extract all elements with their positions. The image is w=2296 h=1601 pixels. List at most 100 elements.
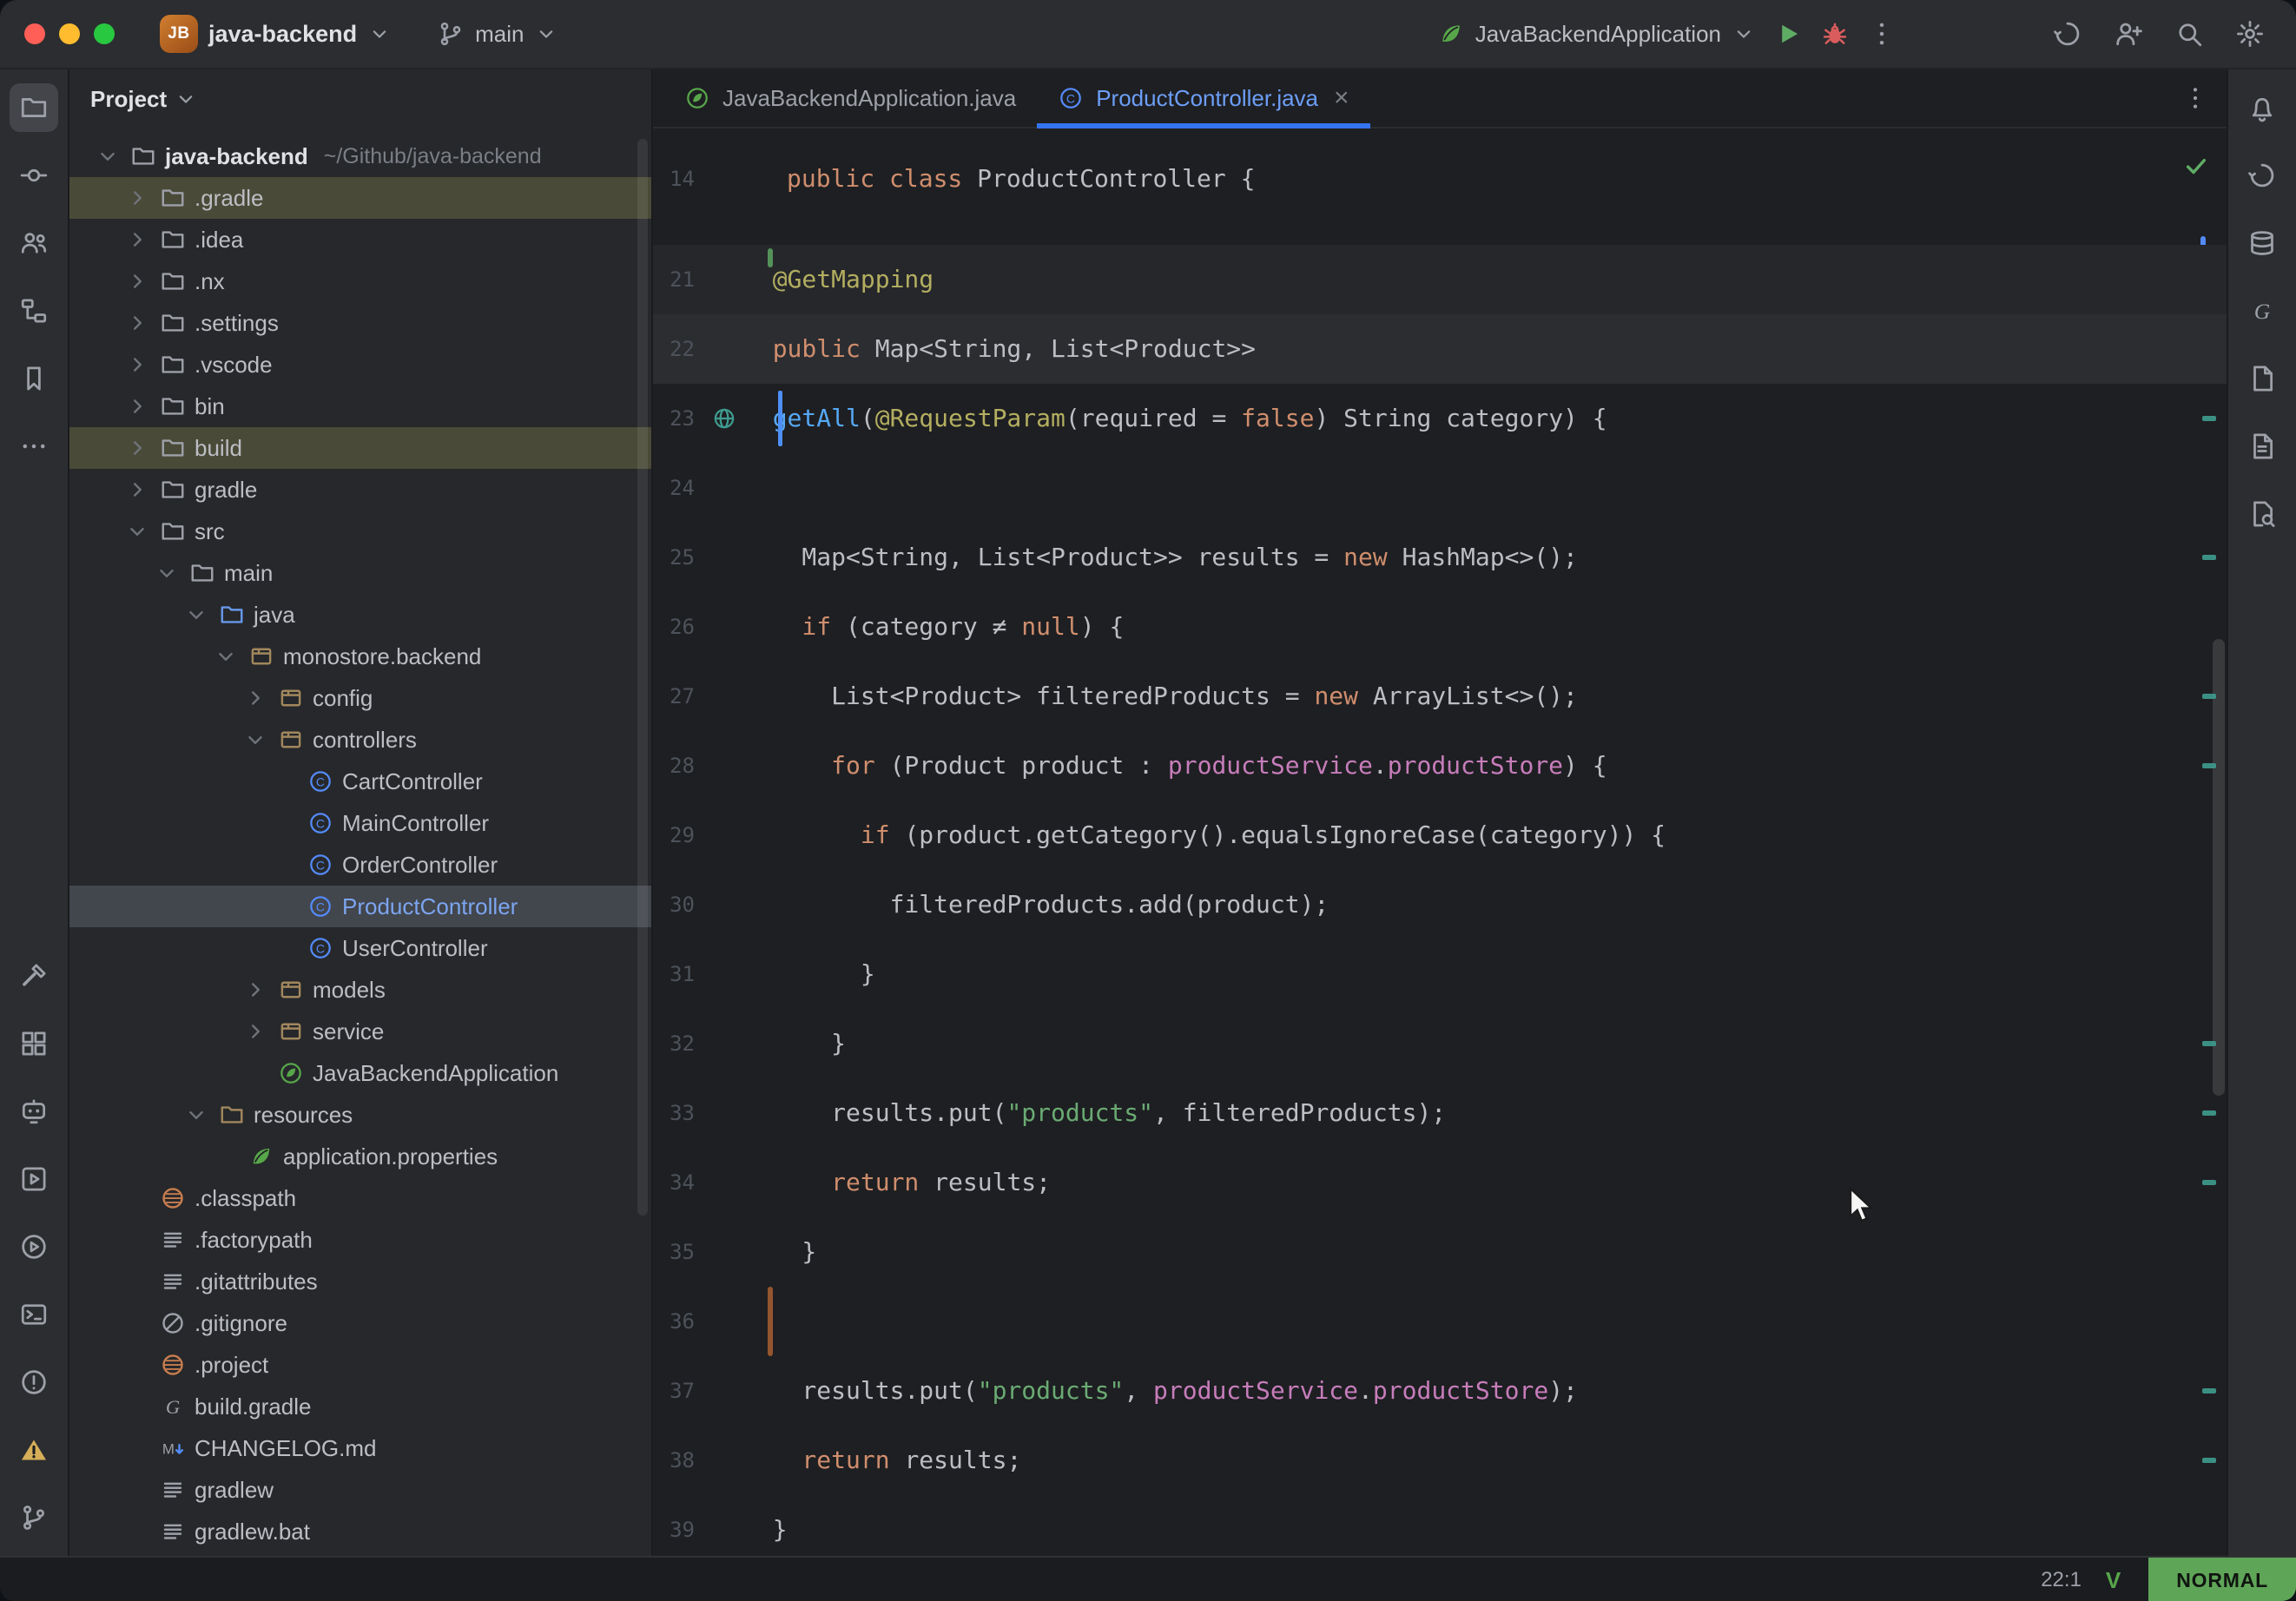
line-number[interactable]: 27 xyxy=(653,684,695,708)
chevron-right-icon[interactable] xyxy=(123,352,151,378)
tree-item[interactable]: .settings xyxy=(69,302,651,344)
chevron-right-icon[interactable] xyxy=(123,310,151,336)
fold-gap[interactable] xyxy=(653,214,2227,245)
chevron-down-icon[interactable] xyxy=(212,643,240,669)
tree-item[interactable]: .idea xyxy=(69,219,651,260)
code-line[interactable]: 35} xyxy=(653,1217,2227,1287)
tree-item[interactable]: java xyxy=(69,594,651,636)
more-actions-icon[interactable] xyxy=(1867,19,1897,49)
commit-button[interactable] xyxy=(10,151,58,200)
tree-item[interactable]: application.properties xyxy=(69,1136,651,1177)
services-button[interactable] xyxy=(10,1155,58,1203)
tree-item[interactable]: .vscode xyxy=(69,344,651,385)
run-tool-button[interactable] xyxy=(10,1222,58,1271)
ai-chat-button[interactable] xyxy=(10,1087,58,1136)
chevron-right-icon[interactable] xyxy=(123,393,151,419)
tree-item[interactable]: models xyxy=(69,969,651,1011)
line-number[interactable]: 22 xyxy=(653,337,695,361)
tree-item[interactable]: .project xyxy=(69,1344,651,1386)
line-number[interactable]: 31 xyxy=(653,962,695,986)
gradle-button[interactable]: G xyxy=(2238,287,2286,335)
branch-widget[interactable]: main xyxy=(437,20,558,48)
tree-item[interactable]: gradlew.bat xyxy=(69,1511,651,1552)
tree-item[interactable]: service xyxy=(69,1011,651,1052)
warnings-button[interactable] xyxy=(10,1426,58,1474)
chevron-right-icon[interactable] xyxy=(123,477,151,503)
zoom-window-button[interactable] xyxy=(94,23,115,44)
run-button[interactable] xyxy=(1773,19,1803,49)
line-number[interactable]: 35 xyxy=(653,1240,695,1264)
tree-item[interactable]: .gitignore xyxy=(69,1302,651,1344)
line-number[interactable]: 38 xyxy=(653,1448,695,1473)
code-line[interactable]: 38return results; xyxy=(653,1426,2227,1495)
ai-assistant-button[interactable] xyxy=(2238,151,2286,200)
tab-options-icon[interactable] xyxy=(2181,84,2209,112)
chevron-right-icon[interactable] xyxy=(123,435,151,461)
endpoint-globe-icon[interactable] xyxy=(705,405,743,432)
line-number[interactable]: 24 xyxy=(653,476,695,500)
line-number[interactable]: 14 xyxy=(653,167,695,191)
code-line[interactable]: 33results.put("products", filteredProduc… xyxy=(653,1078,2227,1148)
minimize-window-button[interactable] xyxy=(59,23,80,44)
pull-requests-button[interactable] xyxy=(10,219,58,267)
caret-position[interactable]: 22:1 xyxy=(2041,1568,2082,1592)
line-number[interactable]: 32 xyxy=(653,1031,695,1056)
tree-item[interactable]: monostore.backend xyxy=(69,636,651,677)
chevron-right-icon[interactable] xyxy=(123,268,151,294)
debug-button[interactable] xyxy=(1820,19,1850,49)
code-line[interactable]: 30filteredProducts.add(product); xyxy=(653,870,2227,939)
line-number[interactable]: 21 xyxy=(653,267,695,292)
line-number[interactable]: 33 xyxy=(653,1101,695,1125)
line-number[interactable]: 34 xyxy=(653,1170,695,1195)
line-number[interactable]: 26 xyxy=(653,615,695,639)
database-button[interactable] xyxy=(2238,219,2286,267)
chevron-right-icon[interactable] xyxy=(241,1018,269,1044)
spring-button[interactable] xyxy=(2238,354,2286,403)
tree-item[interactable]: build xyxy=(69,427,651,469)
tree-item[interactable]: java-backend~/Github/java-backend xyxy=(69,135,651,177)
dependencies-button[interactable] xyxy=(10,1019,58,1068)
code-line[interactable]: 29if (product.getCategory().equalsIgnore… xyxy=(653,800,2227,870)
line-number[interactable]: 30 xyxy=(653,893,695,917)
version-control-button[interactable] xyxy=(10,1493,58,1542)
code-line[interactable]: 25Map<String, List<Product>> results = n… xyxy=(653,523,2227,592)
tree-item[interactable]: Gbuild.gradle xyxy=(69,1386,651,1427)
chevron-down-icon[interactable] xyxy=(94,143,122,169)
tree-item[interactable]: .classpath xyxy=(69,1177,651,1219)
tree-item[interactable]: MCHANGELOG.md xyxy=(69,1427,651,1469)
project-widget[interactable]: JB java-backend xyxy=(160,15,392,53)
tree-item[interactable]: CMainController xyxy=(69,802,651,844)
search-icon[interactable] xyxy=(2174,19,2204,49)
tree-item[interactable]: gradlew xyxy=(69,1469,651,1511)
code-line[interactable]: 34return results; xyxy=(653,1148,2227,1217)
line-number[interactable]: 29 xyxy=(653,823,695,847)
bookmarks-button[interactable] xyxy=(10,354,58,403)
notifications-button[interactable] xyxy=(2238,83,2286,132)
project-scrollbar[interactable] xyxy=(637,139,648,1216)
close-window-button[interactable] xyxy=(24,23,45,44)
project-button[interactable] xyxy=(10,83,58,132)
chevron-right-icon[interactable] xyxy=(123,227,151,253)
tree-item[interactable]: CCartController xyxy=(69,761,651,802)
tree-item[interactable]: .factorypath xyxy=(69,1219,651,1261)
code-line[interactable]: 21@GetMapping xyxy=(653,245,2227,314)
close-tab-icon[interactable]: × xyxy=(1334,85,1349,111)
run-config-widget[interactable]: JavaBackendApplication xyxy=(1437,20,1756,48)
code-line[interactable]: 31} xyxy=(653,939,2227,1009)
tree-item[interactable]: CProductController xyxy=(69,886,651,927)
chevron-down-icon[interactable] xyxy=(241,727,269,753)
tree-item[interactable]: .nx xyxy=(69,260,651,302)
tree-item[interactable]: JavaBackendApplication xyxy=(69,1052,651,1094)
tree-item[interactable]: .gitattributes xyxy=(69,1261,651,1302)
ideavim-icon[interactable]: V xyxy=(2106,1567,2121,1594)
line-number[interactable]: 28 xyxy=(653,754,695,778)
code-line[interactable]: 23getAll(@RequestParam(required = false)… xyxy=(653,384,2227,453)
tree-item[interactable]: COrderController xyxy=(69,844,651,886)
line-number[interactable]: 39 xyxy=(653,1518,695,1542)
tree-item[interactable]: src xyxy=(69,511,651,552)
code-line[interactable]: 32} xyxy=(653,1009,2227,1078)
chevron-down-icon[interactable] xyxy=(123,518,151,544)
code-editor[interactable]: 14public class ProductController {21@Get… xyxy=(653,128,2227,1556)
code-line[interactable]: 39} xyxy=(653,1495,2227,1556)
build-button[interactable] xyxy=(10,952,58,1000)
